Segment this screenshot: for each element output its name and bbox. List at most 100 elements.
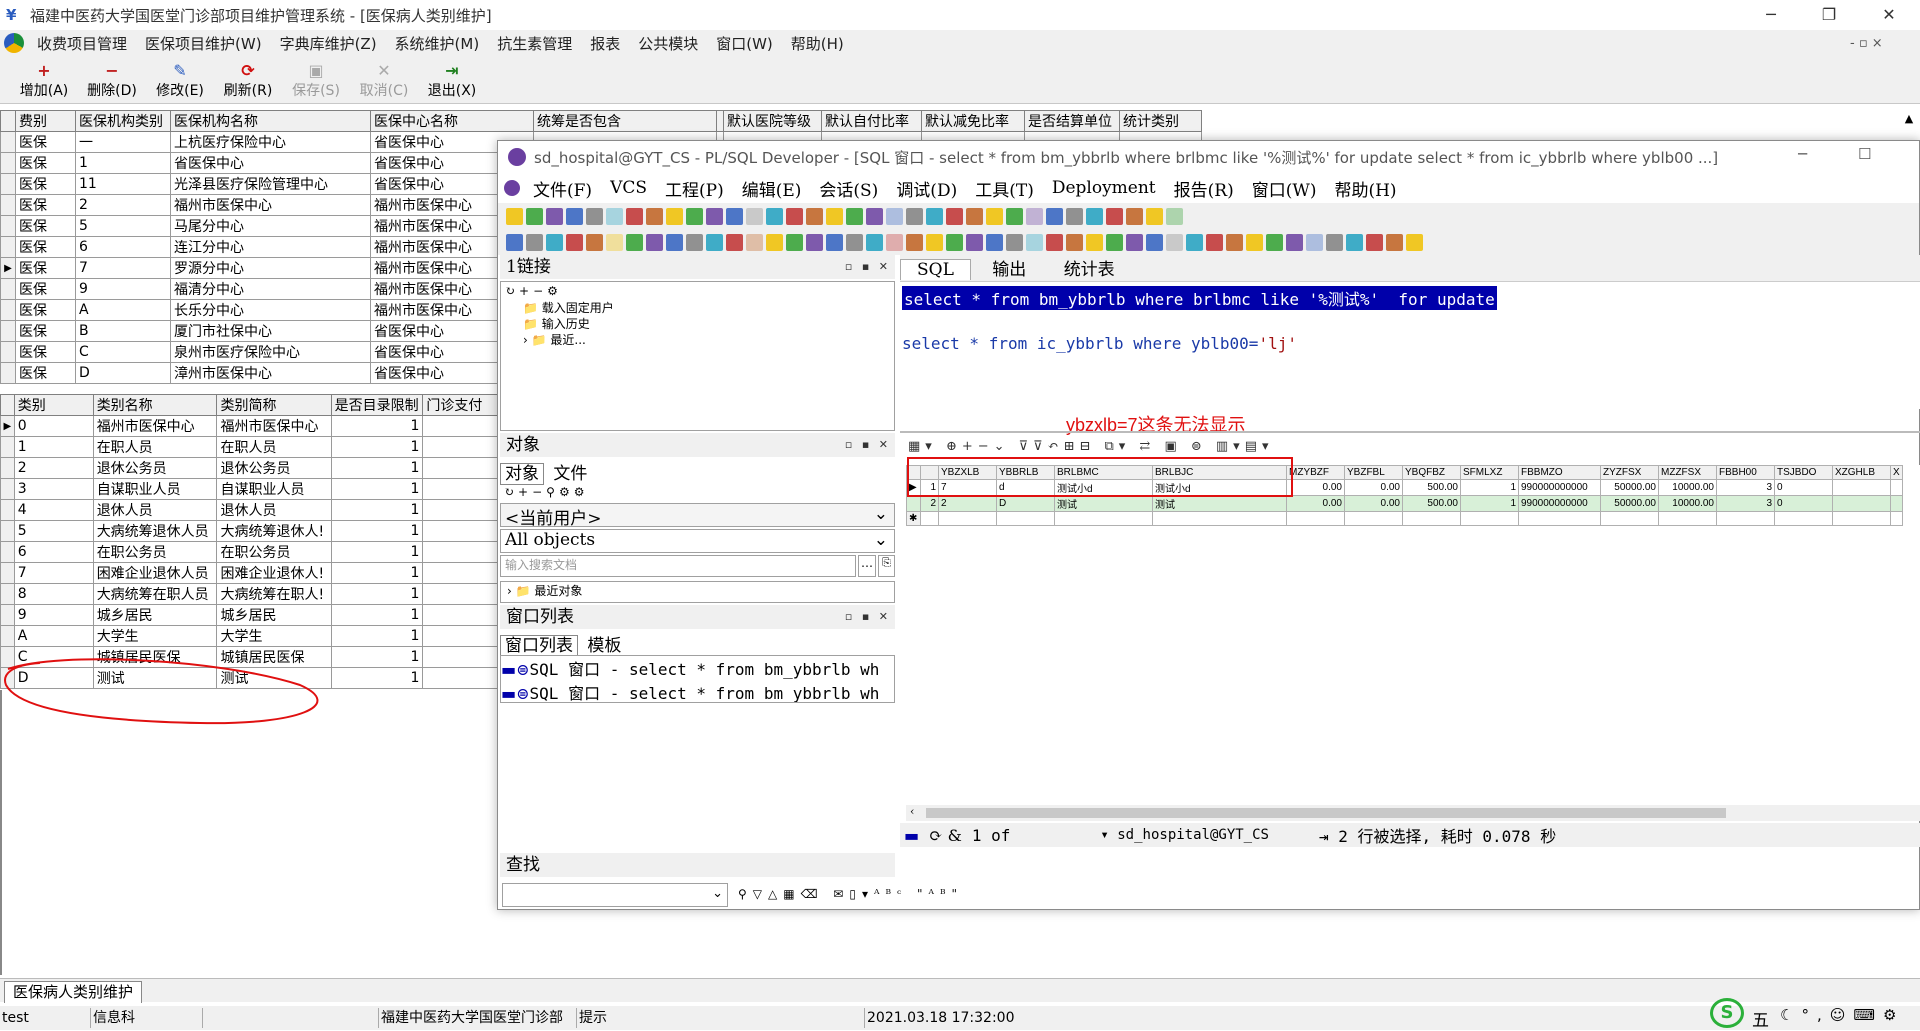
table-cell[interactable]: 医保 <box>15 341 76 363</box>
table-cell[interactable]: 福州市医保中心 <box>170 194 371 216</box>
table-cell[interactable]: 医保 <box>15 257 76 279</box>
toolbar-tool-icon[interactable] <box>606 207 623 225</box>
result-grid[interactable]: YBZXLB YBBRLB BRLBMC BRLBJC MZYBZF YBZFBL YBQF… <box>906 465 1920 805</box>
result-column-header[interactable]: ZYZFSX <box>1600 465 1659 480</box>
menu-dictionary[interactable]: 字典库维护(Z) <box>271 33 386 54</box>
toolbar-tool-icon[interactable] <box>926 207 943 225</box>
table-cell[interactable]: 在职人员 <box>216 436 332 458</box>
tab-sql[interactable]: SQL <box>900 259 971 280</box>
toolbar-tool-icon[interactable] <box>1246 233 1263 251</box>
row-indicator[interactable] <box>0 562 15 584</box>
table-cell[interactable] <box>422 520 500 542</box>
row-indicator[interactable]: ▶ <box>0 257 16 279</box>
result-column-header[interactable]: YBQFBZ <box>1402 465 1461 480</box>
editor-splitter[interactable] <box>900 431 1920 433</box>
table-cell[interactable]: 医保 <box>15 236 76 258</box>
table-cell[interactable]: 8 <box>13 583 94 605</box>
result-column-header[interactable]: SFMLXZ <box>1460 465 1519 480</box>
table-cell[interactable]: 在职公务员 <box>216 541 332 563</box>
user-select[interactable]: <当前用户> ⌄ <box>500 503 895 529</box>
toolbar-tool-icon[interactable] <box>926 233 943 251</box>
result-cell[interactable]: 50000.00 <box>1600 479 1659 496</box>
toolbar-tool-icon[interactable] <box>1386 233 1403 251</box>
result-cell[interactable]: 500.00 <box>1402 479 1461 496</box>
table-cell[interactable]: 医保 <box>15 362 76 384</box>
table-cell[interactable]: 1 <box>13 436 94 458</box>
table-cell[interactable]: 困难企业退休人员 <box>92 562 218 584</box>
table-cell[interactable]: 自谋职业人员 <box>92 478 218 500</box>
toolbar-tool-icon[interactable] <box>726 207 743 225</box>
table-cell[interactable] <box>422 478 500 500</box>
table-cell[interactable]: 福州市医保中心 <box>216 415 332 437</box>
table-cell[interactable] <box>422 583 500 605</box>
row-indicator[interactable] <box>0 152 16 174</box>
column-header[interactable]: 医保机构名称 <box>170 110 371 132</box>
window-list[interactable]: ▬⊜SQL 窗口 - select * from bm_ybbrlb wh ▬⊜… <box>500 655 895 703</box>
menu-help[interactable]: 帮助(H) <box>782 33 853 54</box>
result-cell[interactable]: 测试 <box>1152 495 1287 512</box>
toolbar-tool-icon[interactable] <box>566 207 583 225</box>
table-cell[interactable]: 连江分中心 <box>170 236 371 258</box>
toolbar-tool-icon[interactable] <box>646 233 663 251</box>
result-column-header[interactable]: MZYBZF <box>1286 465 1345 480</box>
table-cell[interactable]: 5 <box>13 520 94 542</box>
row-indicator[interactable] <box>0 362 16 384</box>
toolbar-tool-icon[interactable] <box>1226 233 1243 251</box>
table-cell[interactable]: 省医保中心 <box>170 152 371 174</box>
table-cell[interactable] <box>422 541 500 563</box>
table-row[interactable]: A 大学生 大学生 1 <box>0 625 500 647</box>
mdi-controls[interactable]: - ▫ × <box>1850 36 1883 51</box>
row-indicator[interactable] <box>0 541 15 563</box>
table-cell[interactable]: 医保 <box>15 173 76 195</box>
table-cell[interactable]: 在职公务员 <box>92 541 218 563</box>
toolbar-tool-icon[interactable] <box>826 233 843 251</box>
plsql-menu-item[interactable]: 报告(R) <box>1165 176 1243 201</box>
table-cell[interactable]: 1 <box>330 625 424 647</box>
result-column-header[interactable]: XZGHLB <box>1832 465 1891 480</box>
minimize-button[interactable]: ─ <box>1748 0 1794 30</box>
result-cell[interactable]: 500.00 <box>1402 495 1461 512</box>
toolbar-tool-icon[interactable] <box>706 233 723 251</box>
toolbar-tool-icon[interactable] <box>746 207 763 225</box>
row-indicator[interactable] <box>906 495 921 512</box>
table-cell[interactable]: 1 <box>330 562 424 584</box>
menu-reports[interactable]: 报表 <box>581 33 629 54</box>
table-cell[interactable]: 1 <box>330 667 424 689</box>
toolbar-tool-icon[interactable] <box>546 233 563 251</box>
table-cell[interactable]: 厦门市社保中心 <box>170 320 371 342</box>
patient-category-grid[interactable]: 类别 类别名称 类别简称 是否目录限制 门诊支付 ▶ 0 福州市医保中心 福州市医保中心 1 1 在… <box>0 394 500 694</box>
table-cell[interactable] <box>422 625 500 647</box>
table-cell[interactable]: 0 <box>13 415 94 437</box>
result-column-header[interactable]: YBZFBL <box>1344 465 1403 480</box>
table-cell[interactable]: 9 <box>13 604 94 626</box>
toolbar-tool-icon[interactable] <box>786 207 803 225</box>
table-cell[interactable] <box>422 436 500 458</box>
table-cell[interactable]: 退休公务员 <box>216 457 332 479</box>
plsql-menu-item[interactable]: 文件(F) <box>524 176 601 201</box>
toolbar-tool-icon[interactable] <box>766 233 783 251</box>
tab-files[interactable]: 文件 <box>549 464 591 484</box>
tree-input-history[interactable]: 📁 输入历史 <box>523 316 894 332</box>
toolbar-tool-icon[interactable] <box>1086 207 1103 225</box>
table-cell[interactable]: 大病统筹在职人! <box>216 583 332 605</box>
row-indicator[interactable] <box>0 520 15 542</box>
toolbar-tool-icon[interactable] <box>1006 233 1023 251</box>
result-cell[interactable]: 0.00 <box>1286 479 1345 496</box>
column-header[interactable]: 费别 <box>15 110 76 132</box>
result-cell[interactable]: 1 <box>1460 479 1519 496</box>
toolbar-tool-icon[interactable] <box>586 207 603 225</box>
table-cell[interactable]: A <box>75 299 171 321</box>
result-cell[interactable]: 3 <box>1716 495 1775 512</box>
window-list-item[interactable]: ▬⊜SQL 窗口 - select * from bm_ybbrlb wh <box>501 680 894 702</box>
menu-common[interactable]: 公共模块 <box>629 33 707 54</box>
connection-label[interactable]: ▾ sd_hospital@GYT_CS <box>1100 827 1269 843</box>
table-cell[interactable]: 1 <box>330 436 424 458</box>
toolbar-tool-icon[interactable] <box>986 207 1003 225</box>
table-cell[interactable]: 罗源分中心 <box>170 257 371 279</box>
toolbar-tool-icon[interactable] <box>966 233 983 251</box>
toolbar-tool-icon[interactable] <box>826 207 843 225</box>
toolbar-tool-icon[interactable] <box>1066 233 1083 251</box>
find-input[interactable]: ⌄ <box>502 883 728 907</box>
column-header[interactable]: 类别简称 <box>216 394 332 416</box>
table-cell[interactable]: 长乐分中心 <box>170 299 371 321</box>
